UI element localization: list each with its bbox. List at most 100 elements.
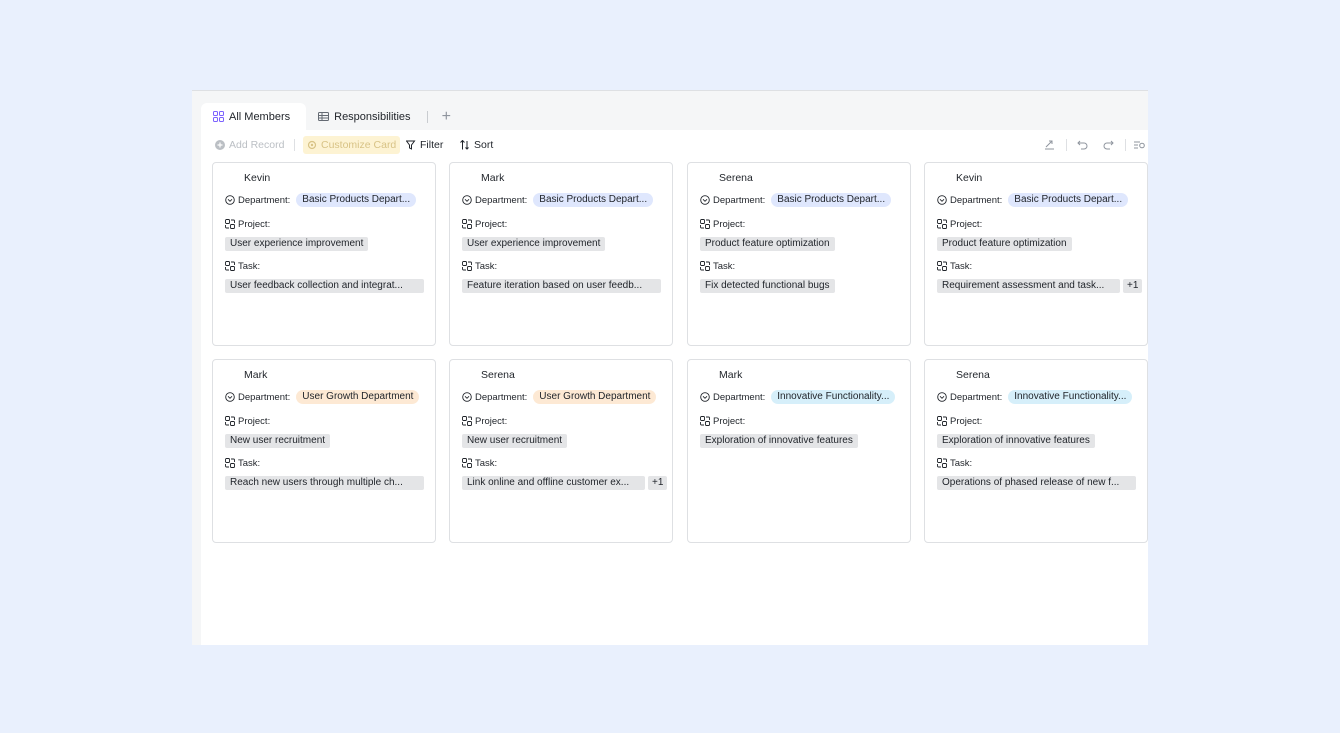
- link-record-icon: [700, 219, 710, 229]
- grid-icon: [213, 111, 224, 122]
- link-record-icon: [462, 219, 472, 229]
- record-card[interactable]: Mark Department: Innovative Functionalit…: [687, 359, 911, 543]
- share-button[interactable]: [1044, 136, 1055, 154]
- link-record-icon: [462, 458, 472, 468]
- project-tag: User experience improvement: [462, 237, 606, 251]
- redo-icon: [1103, 140, 1114, 150]
- single-select-icon: [225, 392, 235, 402]
- member-name: Mark: [719, 369, 743, 381]
- project-tag: New user recruitment: [225, 434, 331, 448]
- project-label: Project:: [713, 415, 746, 427]
- project-label: Project:: [950, 218, 983, 230]
- project-field: Project:: [700, 217, 745, 231]
- department-tag: User Growth Department: [296, 390, 420, 404]
- link-record-icon: [700, 416, 710, 426]
- task-field: Task:: [937, 456, 972, 470]
- department-tag: Basic Products Depart...: [771, 193, 892, 207]
- project-tag: Exploration of innovative features: [937, 434, 1095, 448]
- department-field: Department: User Growth Department: [225, 390, 420, 404]
- record-card[interactable]: Serena Department: User Growth Departmen…: [449, 359, 673, 543]
- link-record-icon: [225, 219, 235, 229]
- project-field: Project:: [225, 414, 270, 428]
- task-field: Task:: [700, 259, 735, 273]
- customize-card-button[interactable]: Customize Card: [303, 136, 401, 154]
- project-tag: Product feature optimization: [937, 237, 1072, 251]
- task-field: Task:: [462, 259, 497, 273]
- link-record-icon: [700, 261, 710, 271]
- task-tag: Fix detected functional bugs: [700, 279, 835, 293]
- tab-label: All Members: [229, 110, 291, 123]
- sort-button[interactable]: Sort: [460, 136, 493, 154]
- department-field: Department: Innovative Functionality...: [937, 390, 1133, 404]
- record-card[interactable]: Mark Department: User Growth Department …: [212, 359, 436, 543]
- member-name: Serena: [481, 369, 515, 381]
- department-field: Department: Basic Products Depart...: [700, 193, 892, 207]
- member-name: Kevin: [956, 172, 983, 184]
- task-tag: Operations of phased release of new f...: [937, 476, 1136, 490]
- department-field: Department: Basic Products Depart...: [462, 193, 654, 207]
- link-record-icon: [225, 458, 235, 468]
- link-record-icon: [225, 416, 235, 426]
- undo-button[interactable]: [1077, 136, 1088, 154]
- project-field: Project:: [937, 414, 982, 428]
- project-field: Project:: [225, 217, 270, 231]
- project-tag: Exploration of innovative features: [700, 434, 858, 448]
- link-record-icon: [462, 261, 472, 271]
- member-name: Serena: [956, 369, 990, 381]
- link-record-icon: [937, 458, 947, 468]
- department-tag: Innovative Functionality...: [1008, 390, 1133, 404]
- project-field: Project:: [462, 414, 507, 428]
- filter-label: Filter: [420, 139, 444, 151]
- single-select-icon: [225, 195, 235, 205]
- link-record-icon: [937, 261, 947, 271]
- member-name: Mark: [481, 172, 505, 184]
- record-card[interactable]: Serena Department: Basic Products Depart…: [687, 162, 911, 346]
- department-tag: Basic Products Depart...: [533, 193, 654, 207]
- more-count-badge[interactable]: +1: [1123, 279, 1143, 293]
- project-label: Project:: [950, 415, 983, 427]
- department-field: Department: Basic Products Depart...: [225, 193, 417, 207]
- member-name: Kevin: [244, 172, 271, 184]
- record-card[interactable]: Serena Department: Innovative Functional…: [924, 359, 1148, 543]
- department-tag: User Growth Department: [533, 390, 657, 404]
- task-tag: Requirement assessment and task...: [937, 279, 1120, 293]
- redo-button[interactable]: [1103, 136, 1114, 154]
- add-record-button[interactable]: Add Record: [215, 136, 284, 154]
- project-tag: User experience improvement: [225, 237, 369, 251]
- filter-button[interactable]: Filter: [406, 136, 443, 154]
- tab-responsibilities[interactable]: Responsibilities: [306, 103, 422, 130]
- more-count-badge[interactable]: +1: [648, 476, 668, 490]
- record-card[interactable]: Mark Department: Basic Products Depart..…: [449, 162, 673, 346]
- department-tag: Basic Products Depart...: [1008, 193, 1129, 207]
- project-tag: New user recruitment: [462, 434, 568, 448]
- tab-label: Responsibilities: [334, 110, 411, 123]
- member-name: Mark: [244, 369, 268, 381]
- task-field: Task:: [225, 456, 260, 470]
- record-card[interactable]: Kevin Department: Basic Products Depart.…: [212, 162, 436, 346]
- search-button[interactable]: [1134, 136, 1146, 154]
- project-field: Project:: [700, 414, 745, 428]
- single-select-icon: [700, 195, 710, 205]
- project-label: Project:: [475, 415, 508, 427]
- department-label: Department:: [713, 391, 766, 403]
- task-tag: Reach new users through multiple ch...: [225, 476, 424, 490]
- department-field: Department: User Growth Department: [462, 390, 657, 404]
- single-select-icon: [937, 392, 947, 402]
- tab-all-members[interactable]: All Members: [201, 103, 307, 130]
- share-icon: [1044, 140, 1055, 150]
- task-label: Task:: [950, 457, 973, 469]
- department-label: Department:: [713, 194, 766, 206]
- department-tag: Innovative Functionality...: [771, 390, 896, 404]
- department-tag: Basic Products Depart...: [296, 193, 417, 207]
- department-label: Department:: [950, 391, 1003, 403]
- add-view-button[interactable]: +: [432, 108, 461, 125]
- add-record-label: Add Record: [229, 139, 285, 151]
- task-label: Task:: [238, 260, 261, 272]
- card-view-panel: Add Record Customize Card Filter Sort Ke…: [201, 130, 1148, 645]
- record-card[interactable]: Kevin Department: Basic Products Depart.…: [924, 162, 1148, 346]
- table-icon: [318, 111, 330, 122]
- task-tag: Link online and offline customer ex...: [462, 476, 645, 490]
- gear-icon: [307, 140, 317, 150]
- plus-circle-icon: [215, 140, 225, 150]
- department-label: Department:: [238, 391, 291, 403]
